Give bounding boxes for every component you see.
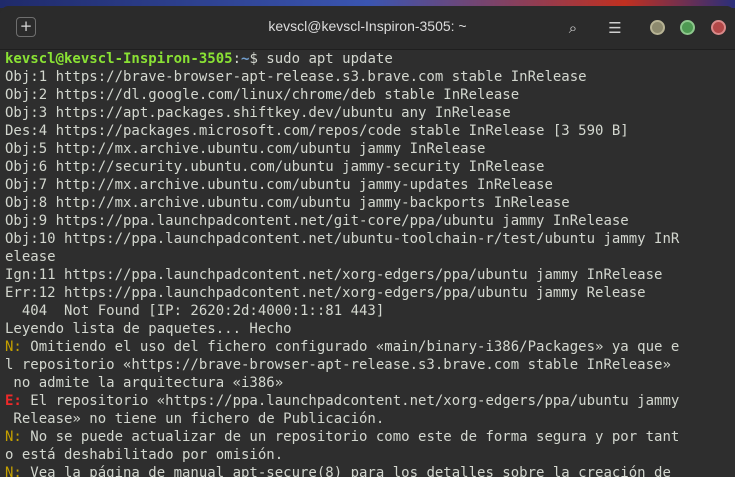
output-line: Des:4 https://packages.microsoft.com/rep… — [5, 123, 629, 139]
output-line: Obj:2 https://dl.google.com/linux/chrome… — [5, 87, 520, 103]
output-line: Obj:6 http://security.ubuntu.com/ubuntu … — [5, 159, 545, 175]
prompt-line: kevscl@kevscl-Inspiron-3505:~$ sudo apt … — [5, 50, 735, 68]
message-line: o está deshabilitado por omisión. — [5, 446, 735, 464]
output-line: 404 Not Found [IP: 2620:2d:4000:1::81 44… — [5, 303, 385, 319]
output-line: Obj:5 http://mx.archive.ubuntu.com/ubunt… — [5, 141, 486, 157]
notice-tag: N: — [5, 339, 22, 355]
output-line: elease — [5, 249, 56, 265]
output-line: Err:12 https://ppa.launchpadcontent.net/… — [5, 285, 646, 301]
output-line: Obj:7 http://mx.archive.ubuntu.com/ubunt… — [5, 177, 553, 193]
prompt-command: $ sudo apt update — [249, 51, 393, 67]
message-text: Vea la página de manual apt-secure(8) pa… — [21, 465, 671, 477]
message-text: no admite la arquitectura «i386» — [5, 375, 284, 391]
output-line: Obj:3 https://apt.packages.shiftkey.dev/… — [5, 105, 511, 121]
error-tag: E: — [5, 393, 22, 409]
prompt-separator: : — [232, 51, 242, 67]
message-text: No se puede actualizar de un repositorio… — [21, 429, 680, 445]
prompt-user: kevscl@kevscl-Inspiron-3505 — [5, 51, 233, 67]
message-line: N: Omitiendo el uso del fichero configur… — [5, 338, 735, 356]
message-text: Release» no tiene un fichero de Publicac… — [5, 411, 385, 427]
message-line: N: No se puede actualizar de un reposito… — [5, 428, 735, 446]
minimize-button[interactable] — [650, 20, 665, 35]
terminal-window: + kevscl@kevscl-Inspiron-3505: ~ ⌕ ☰ kev… — [0, 6, 735, 477]
hamburger-menu-icon[interactable]: ☰ — [604, 17, 626, 39]
header-bar: + kevscl@kevscl-Inspiron-3505: ~ ⌕ ☰ — [0, 6, 735, 50]
notice-tag: N: — [5, 429, 22, 445]
maximize-button[interactable] — [680, 20, 695, 35]
message-line: l repositorio «https://brave-browser-apt… — [5, 356, 735, 374]
output-line: Ign:11 https://ppa.launchpadcontent.net/… — [5, 267, 663, 283]
notice-tag: N: — [5, 465, 22, 477]
close-button[interactable] — [711, 20, 726, 35]
message-text: Omitiendo el uso del fichero configurado… — [21, 339, 680, 355]
message-line: no admite la arquitectura «i386» — [5, 374, 735, 392]
output-line: Obj:1 https://brave-browser-apt-release.… — [5, 69, 587, 85]
output-line: Leyendo lista de paquetes... Hecho — [5, 321, 292, 337]
output-line: Obj:10 https://ppa.launchpadcontent.net/… — [5, 231, 680, 247]
search-icon[interactable]: ⌕ — [562, 17, 584, 39]
output-line: Obj:9 https://ppa.launchpadcontent.net/g… — [5, 213, 629, 229]
message-text: El repositorio «https://ppa.launchpadcon… — [21, 393, 680, 409]
terminal-output[interactable]: kevscl@kevscl-Inspiron-3505:~$ sudo apt … — [0, 50, 735, 477]
message-text: o está deshabilitado por omisión. — [5, 447, 284, 463]
message-line: Release» no tiene un fichero de Publicac… — [5, 410, 735, 428]
message-line: E: El repositorio «https://ppa.launchpad… — [5, 392, 735, 410]
output-line: Obj:8 http://mx.archive.ubuntu.com/ubunt… — [5, 195, 570, 211]
message-line: N: Vea la página de manual apt-secure(8)… — [5, 464, 735, 477]
message-text: l repositorio «https://brave-browser-apt… — [5, 357, 671, 373]
